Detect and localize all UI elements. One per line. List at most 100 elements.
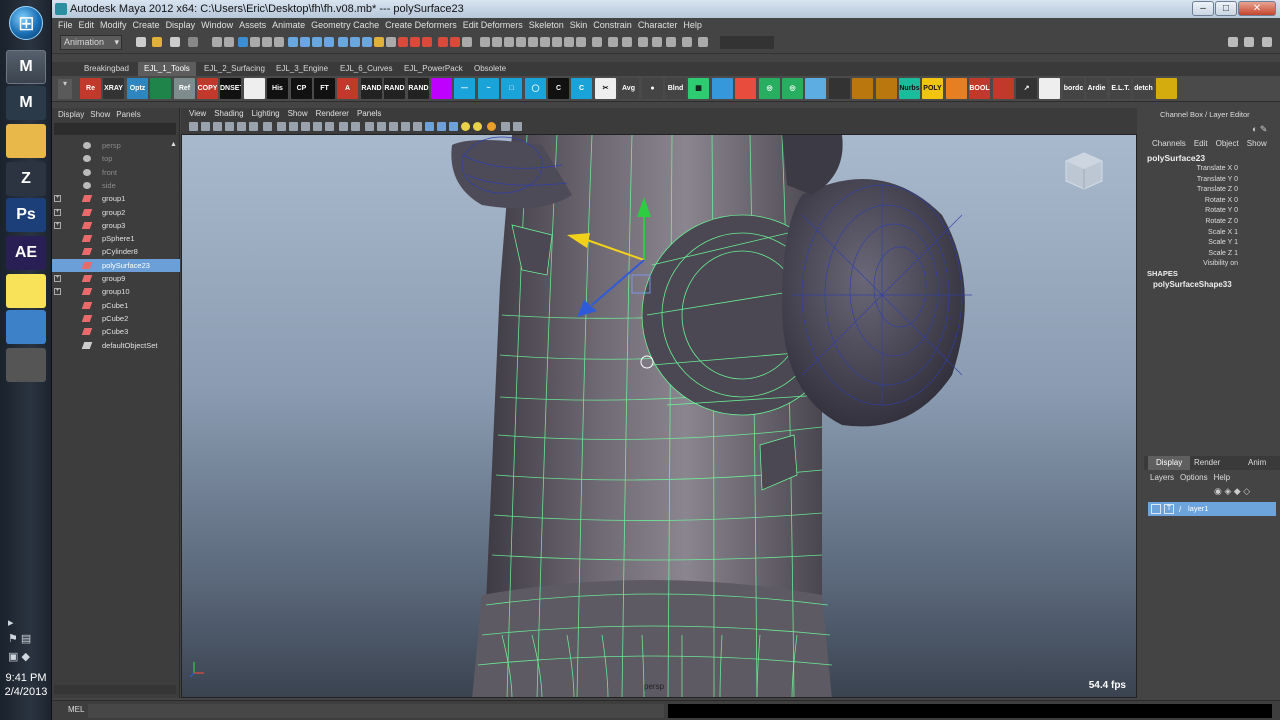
menu-help[interactable]: Help: [683, 20, 702, 30]
status-line-tool-icon[interactable]: [666, 37, 676, 47]
menu-set-dropdown[interactable]: Animation ▾: [60, 35, 122, 50]
status-line-tool-icon[interactable]: [592, 37, 602, 47]
menu-window[interactable]: Window: [201, 20, 233, 30]
channel-box-menu-channels[interactable]: Channels: [1152, 139, 1186, 148]
viewport-tool-icon[interactable]: [425, 122, 434, 131]
viewport-tool-icon[interactable]: [449, 122, 458, 131]
status-line-tool-icon[interactable]: [622, 37, 632, 47]
menu-create[interactable]: Create: [133, 20, 160, 30]
shelf-tool-icon[interactable]: [852, 78, 873, 99]
menu-modify[interactable]: Modify: [100, 20, 127, 30]
maya-app-icon[interactable]: M: [6, 50, 46, 84]
shelf-tool-icon[interactable]: Ref: [174, 78, 195, 99]
layer-menu-layers[interactable]: Layers: [1150, 473, 1174, 482]
mel-language-toggle[interactable]: MEL: [68, 705, 84, 714]
status-line-tool-icon[interactable]: [386, 37, 396, 47]
outliner-item[interactable]: pCube3: [52, 325, 180, 338]
expand-icon[interactable]: +: [54, 275, 61, 282]
shelf-tool-icon[interactable]: C: [571, 78, 592, 99]
shelf-tool-icon[interactable]: [431, 78, 452, 99]
outliner-item[interactable]: + group1: [52, 192, 180, 205]
shelf-tool-icon[interactable]: ◎: [759, 78, 780, 99]
shelf-tool-icon[interactable]: [735, 78, 756, 99]
status-line-tool-icon[interactable]: [350, 37, 360, 47]
shelf-tool-icon[interactable]: COPY: [197, 78, 218, 99]
shelf-tool-icon[interactable]: CP: [291, 78, 312, 99]
menu-constrain[interactable]: Constrain: [593, 20, 632, 30]
channel-attribute[interactable]: Scale X 1: [1144, 229, 1238, 236]
shelf-tool-icon[interactable]: XRAY: [103, 78, 124, 99]
minimize-button[interactable]: –: [1192, 1, 1214, 16]
shelf-tab-ejl-1-tools[interactable]: EJL_1_Tools: [138, 62, 196, 76]
viewport-tool-icon[interactable]: [301, 122, 310, 131]
shelf-tool-icon[interactable]: A: [337, 78, 358, 99]
status-line-tool-icon[interactable]: [152, 37, 162, 47]
shelf-tool-icon[interactable]: [244, 78, 265, 99]
status-line-tool-icon[interactable]: [652, 37, 662, 47]
shelf-tool-icon[interactable]: □: [501, 78, 522, 99]
aftereffects-icon[interactable]: AE: [6, 236, 46, 270]
layer-color-icon[interactable]: /: [1179, 503, 1181, 517]
viewport-tool-icon[interactable]: [377, 122, 386, 131]
channel-box-menu-show[interactable]: Show: [1247, 139, 1267, 148]
status-line-tool-icon[interactable]: [682, 37, 692, 47]
status-line-tool-icon[interactable]: [492, 37, 502, 47]
viewport-tool-icon[interactable]: [201, 122, 210, 131]
outliner-item[interactable]: pSphere1: [52, 232, 180, 245]
outliner-menu-display[interactable]: Display: [58, 110, 84, 119]
layer-menu-help[interactable]: Help: [1214, 473, 1230, 482]
menu-edit[interactable]: Edit: [79, 20, 95, 30]
image-viewer-icon[interactable]: [6, 310, 46, 344]
outliner-item[interactable]: defaultObjectSet: [52, 339, 180, 352]
status-line-tool-icon[interactable]: [540, 37, 550, 47]
viewport-tool-icon[interactable]: [401, 122, 410, 131]
shelf-tab-ejl-3-engine[interactable]: EJL_3_Engine: [270, 62, 334, 76]
shelf-tool-icon[interactable]: bordc: [1063, 78, 1084, 99]
shelf-tool-icon[interactable]: [829, 78, 850, 99]
status-line-tool-icon[interactable]: [638, 37, 648, 47]
shelf-tool-icon[interactable]: ◯: [525, 78, 546, 99]
outliner-item[interactable]: polySurface23: [52, 258, 180, 272]
fire-hydrant-model[interactable]: [182, 135, 1137, 698]
viewport-tool-icon[interactable]: [413, 122, 422, 131]
status-line-tool-icon[interactable]: [250, 37, 260, 47]
viewport-tool-icon[interactable]: [501, 122, 510, 131]
outliner-item[interactable]: pCube1: [52, 299, 180, 312]
viewport-tool-icon[interactable]: [325, 122, 334, 131]
viewport-tool-icon[interactable]: [513, 122, 522, 131]
viewport-tool-icon[interactable]: [487, 122, 496, 131]
clock-time[interactable]: 9:41 PM: [0, 672, 52, 684]
viewport-tool-icon[interactable]: [289, 122, 298, 131]
shelf-tool-icon[interactable]: C: [548, 78, 569, 99]
outliner-item[interactable]: pCube2: [52, 312, 180, 325]
status-line-tool-icon[interactable]: [136, 37, 146, 47]
start-button[interactable]: [9, 6, 43, 40]
shelf-tool-icon[interactable]: ✂: [595, 78, 616, 99]
shelf-tool-icon[interactable]: POLY: [922, 78, 943, 99]
3d-viewport[interactable]: persp 54.4 fps: [181, 134, 1137, 698]
menu-animate[interactable]: Animate: [272, 20, 305, 30]
menu-create-deformers[interactable]: Create Deformers: [385, 20, 457, 30]
outliner-item[interactable]: front: [52, 166, 180, 179]
viewport-menu-shading[interactable]: Shading: [214, 109, 243, 118]
maya-app-icon-2[interactable]: M: [6, 86, 46, 120]
channel-box-menu-edit[interactable]: Edit: [1194, 139, 1208, 148]
shelf-tab-ejl-powerpack[interactable]: EJL_PowerPack: [398, 62, 469, 76]
channel-box-menu-object[interactable]: Object: [1216, 139, 1239, 148]
status-line-tool-icon[interactable]: [438, 37, 448, 47]
status-line-tool-icon[interactable]: [564, 37, 574, 47]
status-line-tool-icon[interactable]: [504, 37, 514, 47]
status-line-tool-icon[interactable]: [410, 37, 420, 47]
channel-attribute[interactable]: Translate Y 0: [1144, 176, 1238, 183]
shelf-tool-icon[interactable]: Blnd: [665, 78, 686, 99]
zbrush-icon[interactable]: Z: [6, 162, 46, 196]
channel-attribute[interactable]: Scale Z 1: [1144, 250, 1238, 257]
shelf-tool-icon[interactable]: Nurbs: [899, 78, 920, 99]
shelf-tool-icon[interactable]: [805, 78, 826, 99]
outliner-horizontal-scrollbar[interactable]: [54, 685, 176, 694]
clip-tool-icon[interactable]: [6, 348, 46, 382]
shelf-tool-icon[interactable]: RAND: [361, 78, 382, 99]
shelf-tool-icon[interactable]: ↗: [1016, 78, 1037, 99]
shelf-tool-icon[interactable]: FT: [314, 78, 335, 99]
menu-assets[interactable]: Assets: [239, 20, 266, 30]
